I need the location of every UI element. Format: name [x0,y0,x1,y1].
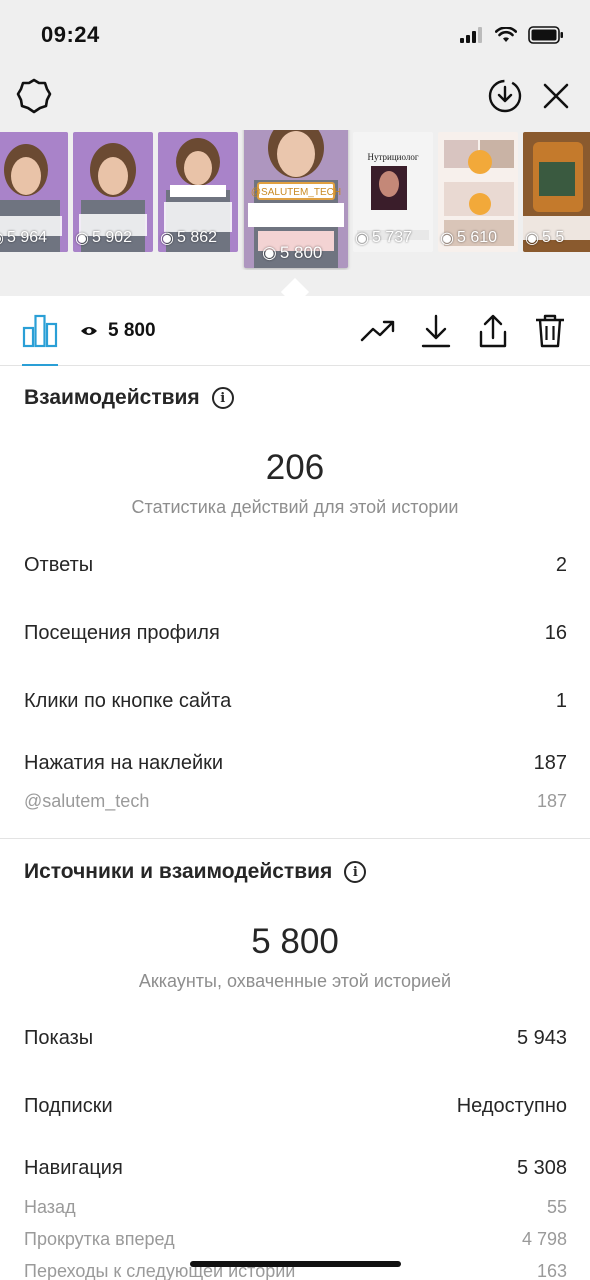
stat-row-sticker-taps: Нажатия на наклейки 187 [24,752,567,774]
download-icon [421,314,451,348]
circle-download-icon [488,79,522,113]
eye-icon: ◉ [440,230,454,247]
download-story-button[interactable] [485,76,525,116]
settings-button[interactable] [14,76,54,116]
wifi-icon [495,27,517,42]
home-indicator[interactable] [190,1261,401,1267]
share-icon [479,314,507,348]
share-button[interactable] [475,313,511,349]
story-action-bar: 5 800 [0,296,590,366]
story-thumbnail[interactable]: ◉ 5 610 [438,132,518,252]
eye-icon: ◉ [355,230,369,247]
stat-row-profile-visits: Посещения профиля 16 [24,622,567,644]
story-thumbnail-selected[interactable]: @SALUTEM_TECH ◉ 5 800 [244,130,348,268]
story-thumbnail[interactable]: ◉ 5 902 [73,132,153,252]
info-icon[interactable]: i [211,387,234,409]
stat-row-website-clicks: Клики по кнопке сайта 1 [24,690,567,712]
story-sticker-label: @SALUTEM_TECH [251,187,341,198]
stat-row-replies: Ответы 2 [24,554,567,576]
story-view-count: ◉ 5 800 [262,243,323,262]
story-thumbnail[interactable]: ◉ 5 5 [523,132,590,252]
stat-row-impressions: Показы 5 943 [24,1027,567,1049]
stat-row-navigation: Навигация 5 308 [24,1157,567,1179]
trending-up-icon [360,320,395,342]
stat-subrow-back: Назад 55 [24,1197,567,1217]
save-button[interactable] [418,313,454,349]
eye-icon: ◉ [0,228,4,248]
interactions-caption: Статистика действий для этой истории [131,497,459,517]
story-thumbnail[interactable]: Нутрициолог ◉ 5 737 [353,132,433,252]
stat-row-follows: Подписки Недоступно [24,1095,567,1117]
reach-total: 5 800 [251,922,339,961]
viewers-button[interactable]: 5 800 [80,320,156,342]
stat-subrow-sticker-account: @salutem_tech 187 [24,791,567,811]
trash-icon [536,314,564,348]
delete-button[interactable] [532,313,568,349]
gear-icon [16,78,52,114]
story-view-count: ◉ 5 737 [355,229,413,247]
story-view-count: ◉5 964 [0,228,47,248]
section-divider [0,838,590,839]
status-time: 09:24 [41,22,100,47]
info-icon[interactable]: i [344,861,367,883]
close-icon [543,83,569,109]
interactions-total: 206 [265,448,325,487]
eye-icon: ◉ [75,230,89,247]
reach-caption: Аккаунты, охваченные этой историей [138,971,452,991]
close-button[interactable] [536,76,576,116]
eye-icon: ◉ [160,230,174,247]
story-view-count: ◉ 5 610 [440,229,498,247]
reach-section-title: Источники и взаимодействия i [24,860,367,884]
story-view-count: ◉ 5 862 [160,229,218,247]
interactions-section-title: Взаимодействия i [24,386,234,410]
status-bar: 09:24 [0,0,590,70]
story-caption: Нутрициолог [367,152,418,162]
story-view-count: ◉ 5 5 [525,229,565,247]
promote-button[interactable] [360,313,396,349]
viewers-count: 5 800 [108,320,156,341]
eye-icon: ◉ [262,243,277,262]
eye-icon [81,327,97,335]
status-icons [460,26,564,44]
eye-icon: ◉ [525,230,539,247]
cellular-signal-icon [460,27,482,43]
battery-icon [528,26,563,44]
story-thumbnails-strip[interactable]: ◉5 964 ◉5 902 ◉5 862 [0,130,590,270]
stat-subrow-forward: Прокрутка вперед 4 798 [24,1229,567,1249]
active-tab-indicator [22,364,58,366]
story-thumbnail[interactable]: ◉ 5 862 [158,132,238,252]
insights-tab[interactable] [22,314,58,366]
bar-chart-icon [22,314,58,348]
story-thumbnail[interactable]: ◉5 964 [0,132,68,252]
story-view-count: ◉ 5 902 [75,229,133,247]
